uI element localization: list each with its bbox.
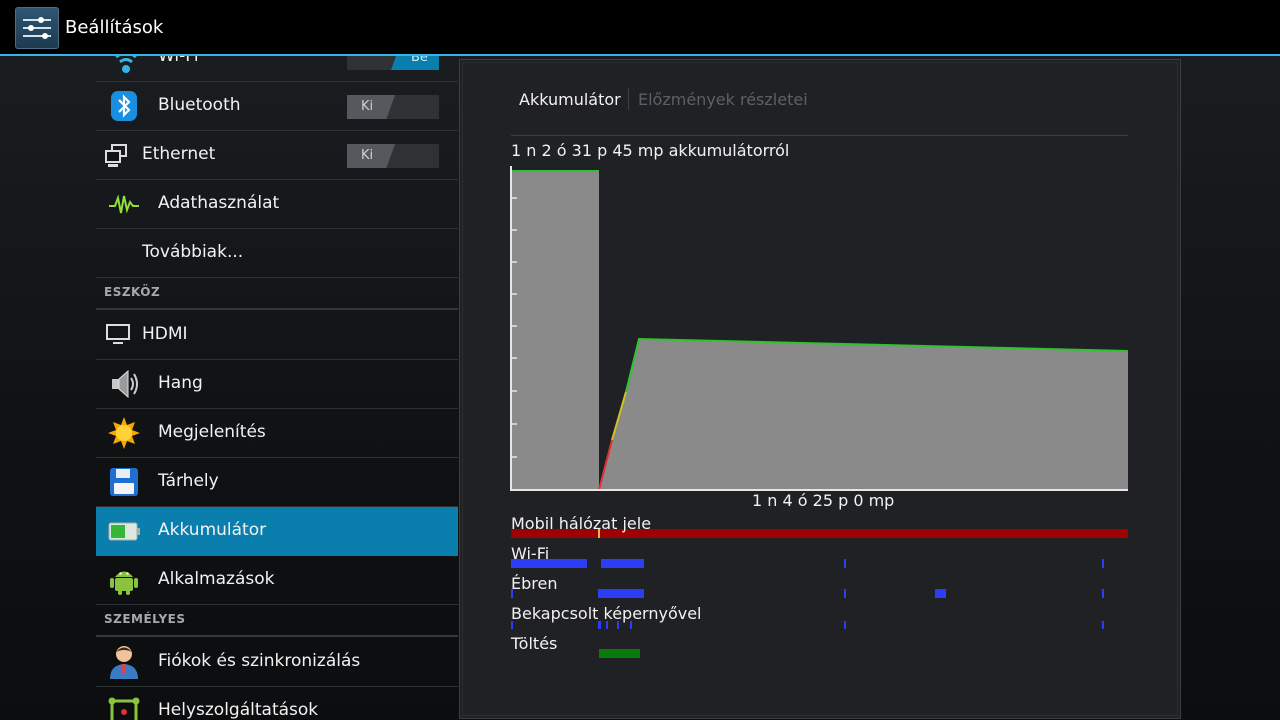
battery-charge-area — [599, 339, 1128, 490]
lane-label-wifi: Wi-Fi — [511, 544, 550, 563]
lane-label-screen-on: Bekapcsolt képernyővel — [511, 604, 702, 623]
lane-bars-awake — [511, 589, 1104, 598]
elapsed-time: 1 n 4 ó 25 p 0 mp — [752, 491, 895, 510]
lane-bar-charging — [599, 649, 640, 658]
lane-label-charging: Töltés — [511, 634, 558, 653]
lane-label-mobile-signal: Mobil hálózat jele — [511, 514, 652, 533]
lane-bars-wifi — [511, 559, 1104, 568]
battery-level-area — [512, 170, 599, 490]
lane-label-awake: Ébren — [511, 574, 558, 593]
